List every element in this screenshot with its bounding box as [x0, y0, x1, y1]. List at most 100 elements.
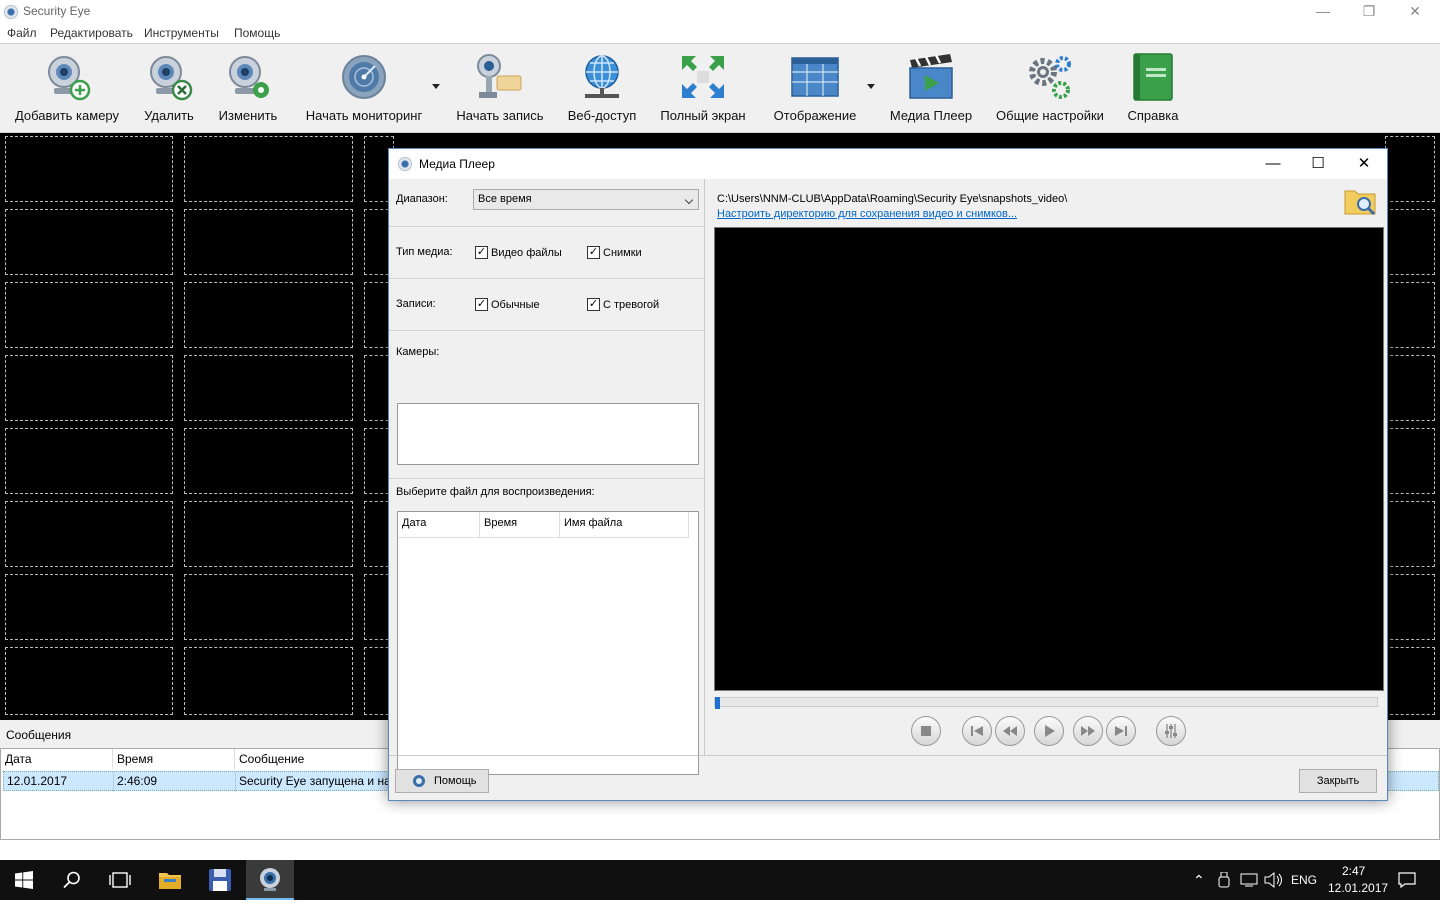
video-files-label[interactable]: Видео файлы — [491, 247, 562, 259]
restore-button[interactable]: ❐ — [1346, 0, 1392, 24]
col-time[interactable]: Время — [113, 749, 235, 769]
camera-slot[interactable] — [1385, 209, 1435, 275]
dialog-maximize-button[interactable]: ☐ — [1303, 152, 1333, 176]
stop-button[interactable] — [911, 716, 941, 746]
camera-slot[interactable] — [184, 647, 353, 715]
camera-slot[interactable] — [1385, 574, 1435, 640]
dialog-titlebar: Медиа Плеер — ☐ ✕ — [389, 149, 1387, 179]
start-button[interactable] — [0, 860, 48, 900]
layout-dropdown-icon[interactable] — [867, 84, 875, 89]
configure-directory-link[interactable]: Настроить директорию для сохранения виде… — [717, 208, 1017, 220]
media-player-button[interactable]: Медиа Плеер — [886, 50, 976, 126]
notifications-icon[interactable] — [1398, 872, 1416, 888]
camera-slot[interactable] — [184, 136, 353, 202]
camera-slot[interactable] — [1385, 136, 1435, 202]
general-settings-button[interactable]: Общие настройки — [992, 50, 1108, 126]
camera-slot[interactable] — [1385, 501, 1435, 567]
camera-slot[interactable] — [1385, 282, 1435, 348]
records-label: Записи: — [396, 298, 436, 310]
video-files-checkbox[interactable]: ✓ — [475, 246, 488, 259]
menu-help[interactable]: Помощь — [234, 26, 280, 40]
close-dialog-button[interactable]: Закрыть — [1299, 769, 1377, 793]
file-col-time[interactable]: Время — [480, 512, 560, 538]
skip-forward-icon — [1115, 726, 1127, 736]
camera-slot[interactable] — [1385, 428, 1435, 494]
row-time: 2:46:09 — [114, 772, 236, 792]
camera-slot[interactable] — [1385, 355, 1435, 421]
snapshots-label[interactable]: Снимки — [603, 247, 642, 259]
camera-slot[interactable] — [5, 282, 173, 348]
web-access-button[interactable]: Веб-доступ — [564, 50, 640, 126]
dialog-close-button[interactable]: ✕ — [1349, 152, 1379, 176]
normal-checkbox[interactable]: ✓ — [475, 298, 488, 311]
help-button[interactable]: Помощь — [395, 769, 489, 793]
seek-bar[interactable] — [714, 697, 1378, 709]
camera-slot[interactable] — [5, 136, 173, 202]
tray-chevron-icon[interactable]: ⌃ — [1193, 872, 1205, 889]
menu-file[interactable]: Файл — [7, 26, 37, 40]
player-settings-button[interactable] — [1156, 716, 1186, 746]
dialog-minimize-button[interactable]: — — [1258, 152, 1288, 176]
task-view-button[interactable] — [96, 860, 144, 900]
alarm-label[interactable]: С тревогой — [603, 299, 659, 311]
close-button[interactable]: ✕ — [1392, 0, 1438, 24]
normal-label[interactable]: Обычные — [491, 299, 540, 311]
language-indicator[interactable]: ENG — [1291, 873, 1317, 887]
camera-slot[interactable] — [5, 501, 173, 567]
camera-slot[interactable] — [5, 428, 173, 494]
fullscreen-button[interactable]: Полный экран — [658, 50, 748, 126]
minimize-button[interactable]: — — [1300, 0, 1346, 24]
camera-slot[interactable] — [184, 574, 353, 640]
remove-camera-button[interactable]: Удалить — [134, 50, 204, 126]
seek-handle[interactable] — [715, 697, 720, 709]
taskbar-security-eye[interactable] — [246, 860, 294, 900]
col-date[interactable]: Дата — [1, 749, 113, 769]
help-book-button[interactable]: Справка — [1122, 50, 1184, 126]
file-list[interactable]: Дата Время Имя файла — [397, 511, 699, 775]
video-display[interactable] — [714, 227, 1384, 691]
prev-file-button[interactable] — [962, 716, 992, 746]
clock-time[interactable]: 2:47 — [1342, 864, 1365, 878]
search-button[interactable] — [48, 860, 96, 900]
menu-edit[interactable]: Редактировать — [50, 26, 133, 40]
taskbar-explorer[interactable] — [146, 860, 194, 900]
camera-slot[interactable] — [184, 209, 353, 275]
start-monitoring-label: Начать мониторинг — [305, 108, 423, 123]
start-record-button[interactable]: Начать запись — [452, 50, 548, 126]
camera-slot[interactable] — [184, 428, 353, 494]
camera-slot[interactable] — [184, 355, 353, 421]
help-icon — [413, 775, 425, 787]
layout-button[interactable]: Отображение — [768, 50, 862, 126]
file-col-date[interactable]: Дата — [398, 512, 480, 538]
alarm-checkbox[interactable]: ✓ — [587, 298, 600, 311]
camera-slot[interactable] — [5, 355, 173, 421]
next-file-button[interactable] — [1106, 716, 1136, 746]
monitoring-dropdown-icon[interactable] — [432, 84, 440, 89]
file-col-name[interactable]: Имя файла — [560, 512, 689, 538]
rewind-button[interactable] — [995, 716, 1025, 746]
media-type-label: Тип медиа: — [396, 246, 453, 258]
cameras-list[interactable] — [397, 403, 699, 465]
menu-tools[interactable]: Инструменты — [144, 26, 219, 40]
range-select[interactable]: Все время — [473, 189, 699, 210]
camera-slot[interactable] — [184, 501, 353, 567]
camera-slot[interactable] — [184, 282, 353, 348]
media-player-dialog: Медиа Плеер — ☐ ✕ Диапазон: Все время Ти… — [388, 148, 1388, 801]
fast-forward-button[interactable] — [1073, 716, 1103, 746]
volume-icon[interactable] — [1264, 872, 1282, 888]
camera-slot[interactable] — [5, 209, 173, 275]
camera-slot[interactable] — [1385, 647, 1435, 715]
edit-camera-button[interactable]: Изменить — [212, 50, 284, 126]
skip-back-icon — [971, 726, 983, 736]
taskbar-save-app[interactable] — [196, 860, 244, 900]
folder-search-icon[interactable] — [1344, 187, 1376, 215]
play-button[interactable] — [1034, 716, 1064, 746]
add-camera-button[interactable]: Добавить камеру — [12, 50, 122, 126]
camera-slot[interactable] — [5, 574, 173, 640]
start-monitoring-button[interactable]: Начать мониторинг — [302, 50, 426, 126]
camera-slot[interactable] — [5, 647, 173, 715]
network-icon[interactable] — [1240, 873, 1258, 887]
snapshots-checkbox[interactable]: ✓ — [587, 246, 600, 259]
clock-date[interactable]: 12.01.2017 — [1328, 881, 1388, 895]
usb-icon[interactable] — [1218, 872, 1230, 888]
